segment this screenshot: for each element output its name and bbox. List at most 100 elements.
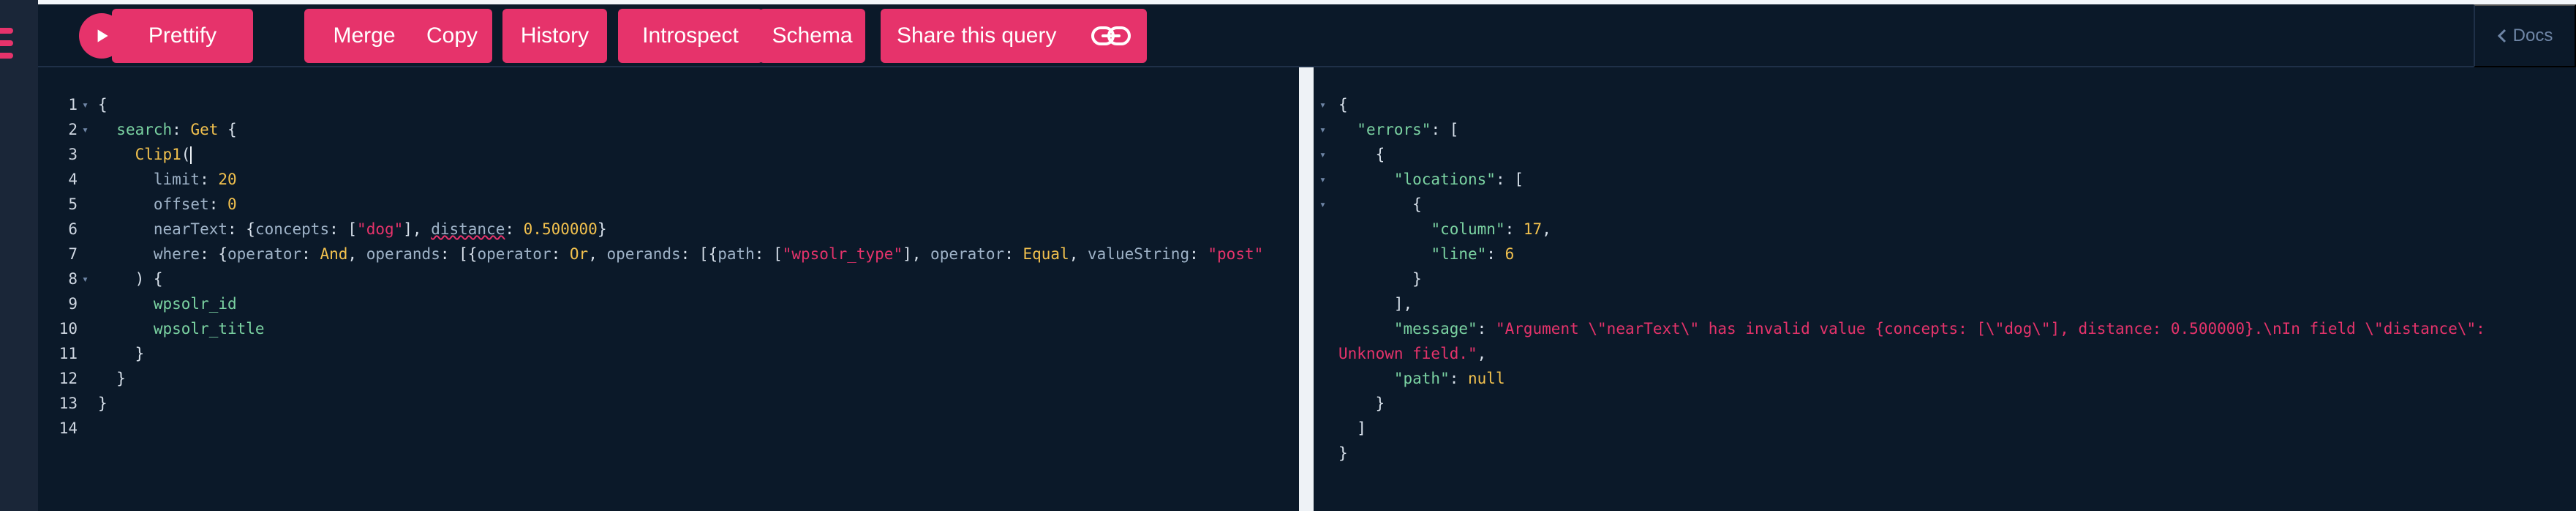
- result-line: Unknown field.",: [1314, 341, 2576, 366]
- query-line: 13}: [38, 391, 1299, 416]
- result-line: ▾ "errors": [: [1314, 117, 2576, 142]
- menu-icon[interactable]: [0, 28, 13, 59]
- code-text: ],: [1338, 291, 1412, 316]
- docs-label: Docs: [2512, 26, 2553, 45]
- share-query-label: Share this query: [897, 23, 1057, 48]
- code-text: wpsolr_title: [98, 316, 265, 341]
- code-token: wpsolr_title: [153, 320, 265, 337]
- query-line: 12 }: [38, 366, 1299, 391]
- code-token: {: [144, 270, 163, 288]
- code-token: distance: [431, 220, 505, 238]
- query-line: 2 ▾ search: Get {: [38, 117, 1299, 142]
- code-token: }: [597, 220, 607, 238]
- fold-arrow-icon[interactable]: ▾: [1319, 92, 1331, 117]
- query-line: 8 ▾ ) {: [38, 266, 1299, 291]
- code-token: concepts: [255, 220, 330, 238]
- query-editor[interactable]: 1 ▾{2 ▾ search: Get {3 Clip1(4 limit: 20 5 …: [38, 67, 1299, 511]
- merge-button[interactable]: Merge: [304, 9, 424, 63]
- copy-button[interactable]: Copy: [412, 9, 492, 63]
- result-line: "message": "Argument \"nearText\" has in…: [1314, 316, 2576, 341]
- query-line: 4 limit: 20: [38, 167, 1299, 192]
- code-token: }: [1338, 444, 1348, 462]
- code-token: 6: [1504, 245, 1515, 263]
- code-text: ]: [1338, 416, 1366, 441]
- prettify-button[interactable]: Prettify: [112, 9, 253, 63]
- share-query-button[interactable]: Share this query: [881, 9, 1147, 63]
- result-line: ▾ {: [1314, 192, 2576, 217]
- introspect-button[interactable]: Introspect: [618, 9, 763, 63]
- code-token: {: [98, 96, 108, 113]
- code-token: :: [1504, 220, 1524, 238]
- code-token: :: [208, 195, 228, 213]
- fold-arrow-icon[interactable]: ▾: [82, 117, 94, 142]
- line-number: 13: [59, 395, 78, 412]
- code-token: : {: [200, 245, 228, 263]
- play-icon: [97, 29, 108, 42]
- code-token: : [: [754, 245, 783, 263]
- code-token: "line": [1431, 245, 1487, 263]
- code-token: null: [1468, 370, 1505, 387]
- code-token: ,: [347, 245, 366, 263]
- code-token: ,: [588, 245, 607, 263]
- pane-resize-handle[interactable]: [1299, 67, 1314, 511]
- code-text: }: [98, 366, 126, 391]
- link-icon: [1091, 26, 1131, 45]
- code-token: "errors": [1357, 121, 1431, 138]
- query-line: 7 where: {operator: And, operands: [{ope…: [38, 242, 1299, 266]
- query-line: 9 wpsolr_id: [38, 291, 1299, 316]
- code-token: Clip1: [135, 146, 181, 163]
- fold-arrow-icon[interactable]: ▾: [82, 92, 94, 117]
- code-token: :: [1477, 320, 1496, 337]
- code-text: search: Get {: [98, 117, 236, 142]
- code-text: "column": 17,: [1338, 217, 1551, 242]
- result-line: }: [1314, 391, 2576, 416]
- code-token: :: [1004, 245, 1023, 263]
- code-text: "path": null: [1338, 366, 1505, 391]
- code-token: "dog": [357, 220, 404, 238]
- code-text: "line": 6: [1338, 242, 1514, 266]
- line-number: 1: [68, 96, 78, 113]
- line-number: 14: [59, 419, 78, 437]
- code-token: :: [301, 245, 320, 263]
- docs-button[interactable]: Docs: [2474, 4, 2576, 67]
- code-token: operands: [366, 245, 440, 263]
- query-line: 10 wpsolr_title: [38, 316, 1299, 341]
- code-token: 17: [1523, 220, 1543, 238]
- history-button[interactable]: History: [502, 9, 607, 63]
- code-token: search: [116, 121, 173, 138]
- result-line: ▾ "locations": [: [1314, 167, 2576, 192]
- code-text: }: [1338, 266, 1422, 291]
- code-token: : [: [1431, 121, 1459, 138]
- schema-button[interactable]: Schema: [759, 9, 865, 63]
- code-token: {: [1338, 146, 1385, 163]
- code-text: wpsolr_id: [98, 291, 237, 316]
- code-token: }: [1338, 270, 1422, 288]
- fold-arrow-icon[interactable]: ▾: [1319, 192, 1331, 217]
- code-token: : [{: [680, 245, 718, 263]
- code-token: Or: [569, 245, 589, 263]
- code-text: nearText: {concepts: ["dog"], distance: …: [98, 217, 607, 242]
- result-viewer: ▾{▾ "errors": [▾ {▾ "locations": [▾ { "c…: [1314, 67, 2576, 511]
- result-line: ]: [1314, 416, 2576, 441]
- line-number: 3: [68, 146, 78, 163]
- fold-arrow-icon[interactable]: ▾: [1319, 167, 1331, 192]
- code-token: :: [1449, 370, 1469, 387]
- code-token: (: [181, 146, 191, 163]
- code-text: Clip1(: [98, 142, 192, 167]
- fold-arrow-icon[interactable]: ▾: [82, 266, 94, 291]
- code-token: wpsolr_id: [153, 295, 237, 313]
- code-token: ,: [1069, 245, 1088, 263]
- code-token: nearText: [153, 220, 228, 238]
- fold-arrow-icon[interactable]: ▾: [1319, 142, 1331, 167]
- fold-arrow-icon[interactable]: ▾: [1319, 117, 1331, 142]
- code-token: {: [1338, 195, 1422, 213]
